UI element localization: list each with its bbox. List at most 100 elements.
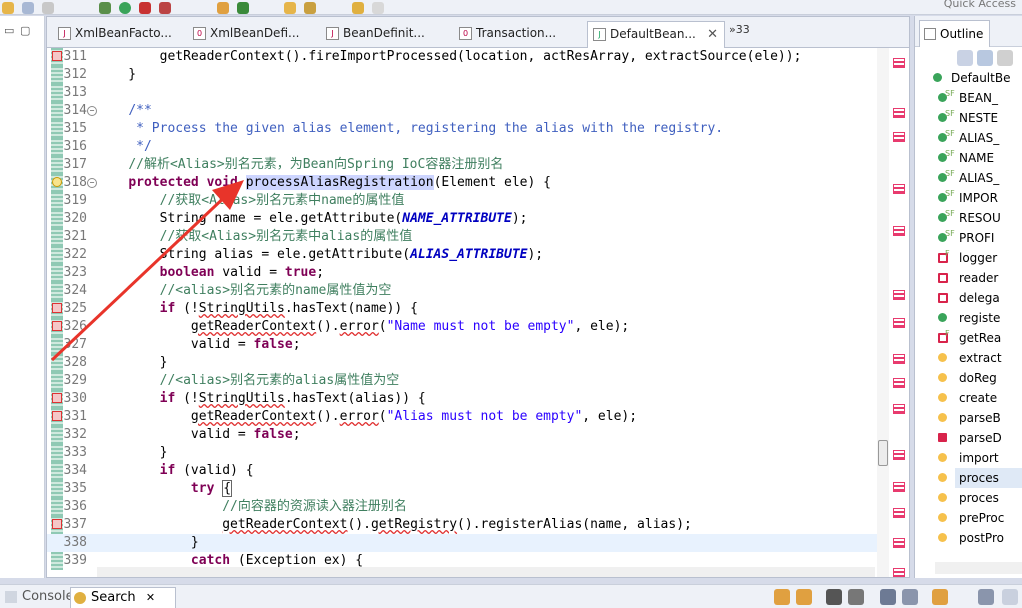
outline-item[interactable]: import — [938, 448, 1022, 468]
outline-item[interactable]: SF NAME — [938, 148, 1022, 168]
fold-toggle-icon[interactable]: − — [87, 178, 97, 188]
outline-item[interactable]: create — [938, 388, 1022, 408]
overview-marker[interactable] — [893, 482, 905, 492]
overview-ruler[interactable] — [891, 48, 907, 577]
overview-marker[interactable] — [893, 108, 905, 118]
overview-marker[interactable] — [893, 132, 905, 142]
outline-item[interactable]: SF BEAN_ — [938, 88, 1022, 108]
pin-icon[interactable] — [978, 589, 994, 605]
code-line[interactable]: 312 } — [47, 66, 879, 84]
code-line[interactable]: 330 if (!StringUtils.hasText(alias)) { — [47, 390, 879, 408]
previous-match-icon[interactable] — [796, 589, 812, 605]
collapse-all-icon[interactable] — [957, 50, 973, 66]
folder-icon[interactable] — [284, 2, 297, 14]
outline-item[interactable]: registe — [938, 308, 1022, 328]
outline-item[interactable]: SF ALIAS_ — [938, 168, 1022, 188]
pen-icon[interactable] — [304, 2, 317, 14]
outline-item[interactable]: Flogger — [938, 248, 1022, 268]
overview-marker[interactable] — [893, 404, 905, 414]
outline-item[interactable]: SF PROFI — [938, 228, 1022, 248]
fold-toggle-icon[interactable]: − — [87, 106, 97, 116]
code-line[interactable]: 328 } — [47, 354, 879, 372]
overview-marker[interactable] — [893, 378, 905, 388]
overview-marker[interactable] — [893, 290, 905, 300]
overview-marker[interactable] — [893, 508, 905, 518]
new-icon[interactable] — [2, 2, 14, 14]
code-line[interactable]: 337 getReaderContext().getRegistry().reg… — [47, 516, 879, 534]
error-marker-icon[interactable] — [52, 321, 62, 331]
error-marker-icon[interactable] — [52, 51, 62, 61]
editor-tab[interactable]: 0 XmlBeanDefi... — [188, 21, 318, 46]
outline-root-class[interactable]: DefaultBe — [933, 68, 1022, 88]
hide-fields-icon[interactable] — [997, 50, 1013, 66]
tab-defaultbean-active[interactable]: J DefaultBean... ✕ — [587, 21, 725, 48]
code-line[interactable]: 325 if (!StringUtils.hasText(name)) { — [47, 300, 879, 318]
vertical-scrollbar[interactable] — [877, 48, 889, 577]
pilcrow-icon[interactable] — [41, 2, 54, 14]
overview-marker[interactable] — [893, 450, 905, 460]
overview-marker[interactable] — [893, 58, 905, 68]
scrollbar-thumb[interactable] — [878, 440, 888, 466]
outline-item[interactable]: parseD — [938, 428, 1022, 448]
outline-item[interactable]: reader — [938, 268, 1022, 288]
tab-console[interactable]: Console — [2, 587, 74, 607]
code-line[interactable]: 324 //<alias>别名元素的name属性值为空 — [47, 282, 879, 300]
outline-item[interactable]: FgetRea — [938, 328, 1022, 348]
outline-item[interactable]: SF ALIAS_ — [938, 128, 1022, 148]
outline-item[interactable]: SF RESOU — [938, 208, 1022, 228]
overview-marker[interactable] — [893, 354, 905, 364]
overview-marker[interactable] — [893, 318, 905, 328]
code-line[interactable]: 335 try { — [47, 480, 879, 498]
external-tools-icon[interactable] — [139, 2, 152, 14]
sort-icon[interactable] — [977, 50, 993, 66]
outline-item[interactable]: proces — [938, 468, 1022, 488]
next-match-icon[interactable] — [774, 589, 790, 605]
code-line[interactable]: 318− protected void processAliasRegistra… — [47, 174, 879, 192]
close-icon[interactable]: ✕ — [707, 22, 718, 47]
code-line[interactable]: 319 //获取<Alias>别名元素中name的属性值 — [47, 192, 879, 210]
code-line[interactable]: 327 valid = false; — [47, 336, 879, 354]
outline-item[interactable]: preProc — [938, 508, 1022, 528]
error-marker-icon[interactable] — [52, 393, 62, 403]
outline-item[interactable]: postPro — [938, 528, 1022, 548]
editor-tab[interactable]: J XmlBeanFacto... — [53, 21, 185, 46]
debug-icon[interactable] — [99, 2, 112, 14]
tab-outline[interactable]: Outline — [919, 20, 991, 47]
tab-overflow-icon[interactable]: »33 — [729, 23, 750, 36]
outline-item[interactable]: SF IMPOR — [938, 188, 1022, 208]
editor-tab[interactable]: J BeanDefinit... — [321, 21, 451, 46]
code-line[interactable]: 332 valid = false; — [47, 426, 879, 444]
editor-tab[interactable]: 0 Transaction... — [454, 21, 584, 46]
close-icon[interactable]: ✕ — [146, 591, 155, 604]
error-marker-icon[interactable] — [52, 411, 62, 421]
outline-item[interactable]: SF NESTE — [938, 108, 1022, 128]
run-icon[interactable] — [119, 2, 132, 14]
quick-access-field[interactable]: Quick Access — [944, 0, 1016, 10]
view-menu-icon[interactable] — [1002, 589, 1018, 605]
code-line[interactable]: 317 //解析<Alias>别名元素，为Bean向Spring IoC容器注册… — [47, 156, 879, 174]
overview-marker[interactable] — [893, 184, 905, 194]
code-line[interactable]: 333 } — [47, 444, 879, 462]
code-line[interactable]: 329 //<alias>别名元素的alias属性值为空 — [47, 372, 879, 390]
overview-marker[interactable] — [893, 568, 905, 577]
outline-item[interactable]: doReg — [938, 368, 1022, 388]
remove-all-icon[interactable] — [848, 589, 864, 605]
code-line[interactable]: 334 if (valid) { — [47, 462, 879, 480]
overview-marker[interactable] — [893, 538, 905, 548]
horizontal-scrollbar[interactable] — [97, 567, 875, 577]
outline-item[interactable]: parseB — [938, 408, 1022, 428]
tab-search[interactable]: Search ✕ — [70, 587, 176, 608]
overview-marker[interactable] — [893, 226, 905, 236]
forward-icon[interactable] — [371, 2, 384, 14]
code-line[interactable]: 311 getReaderContext().fireImportProcess… — [47, 48, 879, 66]
new-java-icon[interactable] — [236, 2, 249, 14]
code-line[interactable]: 326 getReaderContext().error("Name must … — [47, 318, 879, 336]
expand-all-icon[interactable] — [880, 589, 896, 605]
error-marker-icon[interactable] — [52, 519, 62, 529]
outline-item[interactable]: extract — [938, 348, 1022, 368]
code-line[interactable]: 315 * Process the given alias element, r… — [47, 120, 879, 138]
outline-item[interactable]: proces — [938, 488, 1022, 508]
code-line[interactable]: 313 — [47, 84, 879, 102]
save-icon[interactable] — [21, 2, 34, 14]
outline-item[interactable]: delega — [938, 288, 1022, 308]
